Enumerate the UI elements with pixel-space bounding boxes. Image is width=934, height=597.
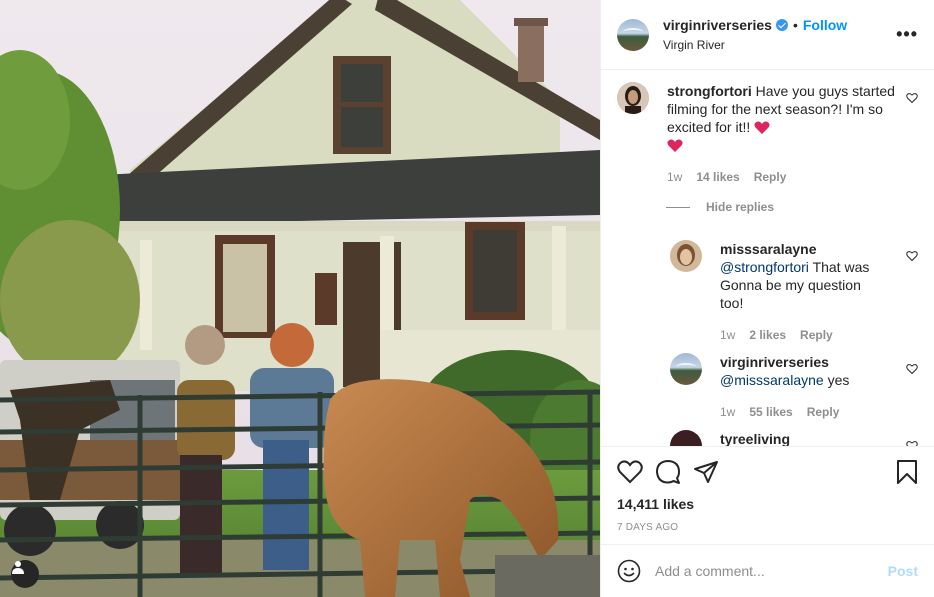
user-tag-button[interactable] [11,560,39,588]
comment-mention[interactable]: @strongfortori [720,259,809,275]
post-comment-button[interactable]: Post [888,563,918,579]
comment-time[interactable]: 1w [720,326,735,344]
photo-illustration [0,0,600,597]
add-comment-bar: Post [601,544,934,597]
comment-meta: 1w 55 likes Reply [720,403,880,421]
post-location[interactable]: Virgin River [663,38,847,52]
hide-replies-button[interactable]: Hide replies [666,200,774,214]
smiley-icon[interactable] [617,559,641,583]
reply-item: misssaralayne @strongfortori That was Go… [670,240,900,344]
commenter-username[interactable]: strongfortori [667,83,752,99]
comment-icon[interactable] [655,459,681,485]
post-header: virginriverseries • Follow Virgin River … [601,0,934,70]
post-side-panel: virginriverseries • Follow Virgin River … [600,0,934,597]
separator-dot: • [792,17,798,33]
comment-likes[interactable]: 14 likes [696,168,739,186]
reply-item: virginriverseries @misssaralayne yes 1w … [670,353,900,421]
comment-item: strongfortori Have you guys started film… [617,82,897,186]
verified-badge-icon [775,19,788,31]
commenter-avatar[interactable] [617,82,649,114]
commenter-photo [670,240,702,272]
reply-button[interactable]: Reply [807,403,840,421]
red-heart-emoji-icon [754,121,770,135]
user-tag-icon [12,561,24,574]
comment-time[interactable]: 1w [667,168,682,186]
comments-list[interactable]: strongfortori Have you guys started film… [601,70,934,446]
post-actions-bar [601,446,934,496]
post-timestamp[interactable]: 7 DAYS AGO [601,518,934,544]
comment-input[interactable] [655,563,888,579]
commenter-avatar[interactable] [670,240,702,272]
heart-outline-icon[interactable] [617,459,643,484]
reply-button[interactable]: Reply [754,168,787,186]
red-heart-emoji-icon [667,139,683,153]
hide-replies-label: Hide replies [706,200,775,214]
likes-count[interactable]: 14,411 likes [601,496,934,518]
account-username[interactable]: virginriverseries [663,17,772,33]
comment-meta: 1w 14 likes Reply [667,168,897,186]
comment-text: yes [827,372,850,388]
comment-like-heart-icon[interactable] [906,250,918,262]
account-info: virginriverseries • Follow Virgin River [663,17,847,52]
reply-button[interactable]: Reply [800,326,833,344]
post-photo[interactable] [0,0,600,597]
commenter-avatar[interactable] [670,353,702,385]
comment-like-heart-icon[interactable] [906,92,918,104]
commenter-username[interactable]: tyreeliving [720,431,790,446]
comment-likes[interactable]: 55 likes [749,403,792,421]
follow-button[interactable]: Follow [803,17,847,33]
more-options-icon[interactable]: ••• [896,25,918,43]
commenter-avatar[interactable] [670,430,702,446]
commenter-photo [617,82,649,114]
hide-replies-line [666,206,690,208]
comment-mention[interactable]: @misssaralayne [720,372,824,388]
comment-meta: 1w 2 likes Reply [720,326,880,344]
account-avatar[interactable] [617,18,649,51]
paper-plane-icon[interactable] [693,460,719,484]
bookmark-icon[interactable] [896,459,918,485]
commenter-username[interactable]: misssaralayne [720,241,817,257]
comment-time[interactable]: 1w [720,403,735,421]
comment-like-heart-icon[interactable] [906,363,918,375]
commenter-username[interactable]: virginriverseries [720,354,829,370]
comment-likes[interactable]: 2 likes [749,326,786,344]
reply-item: tyreeliving [670,430,900,446]
post-viewer: virginriverseries • Follow Virgin River … [0,0,934,597]
